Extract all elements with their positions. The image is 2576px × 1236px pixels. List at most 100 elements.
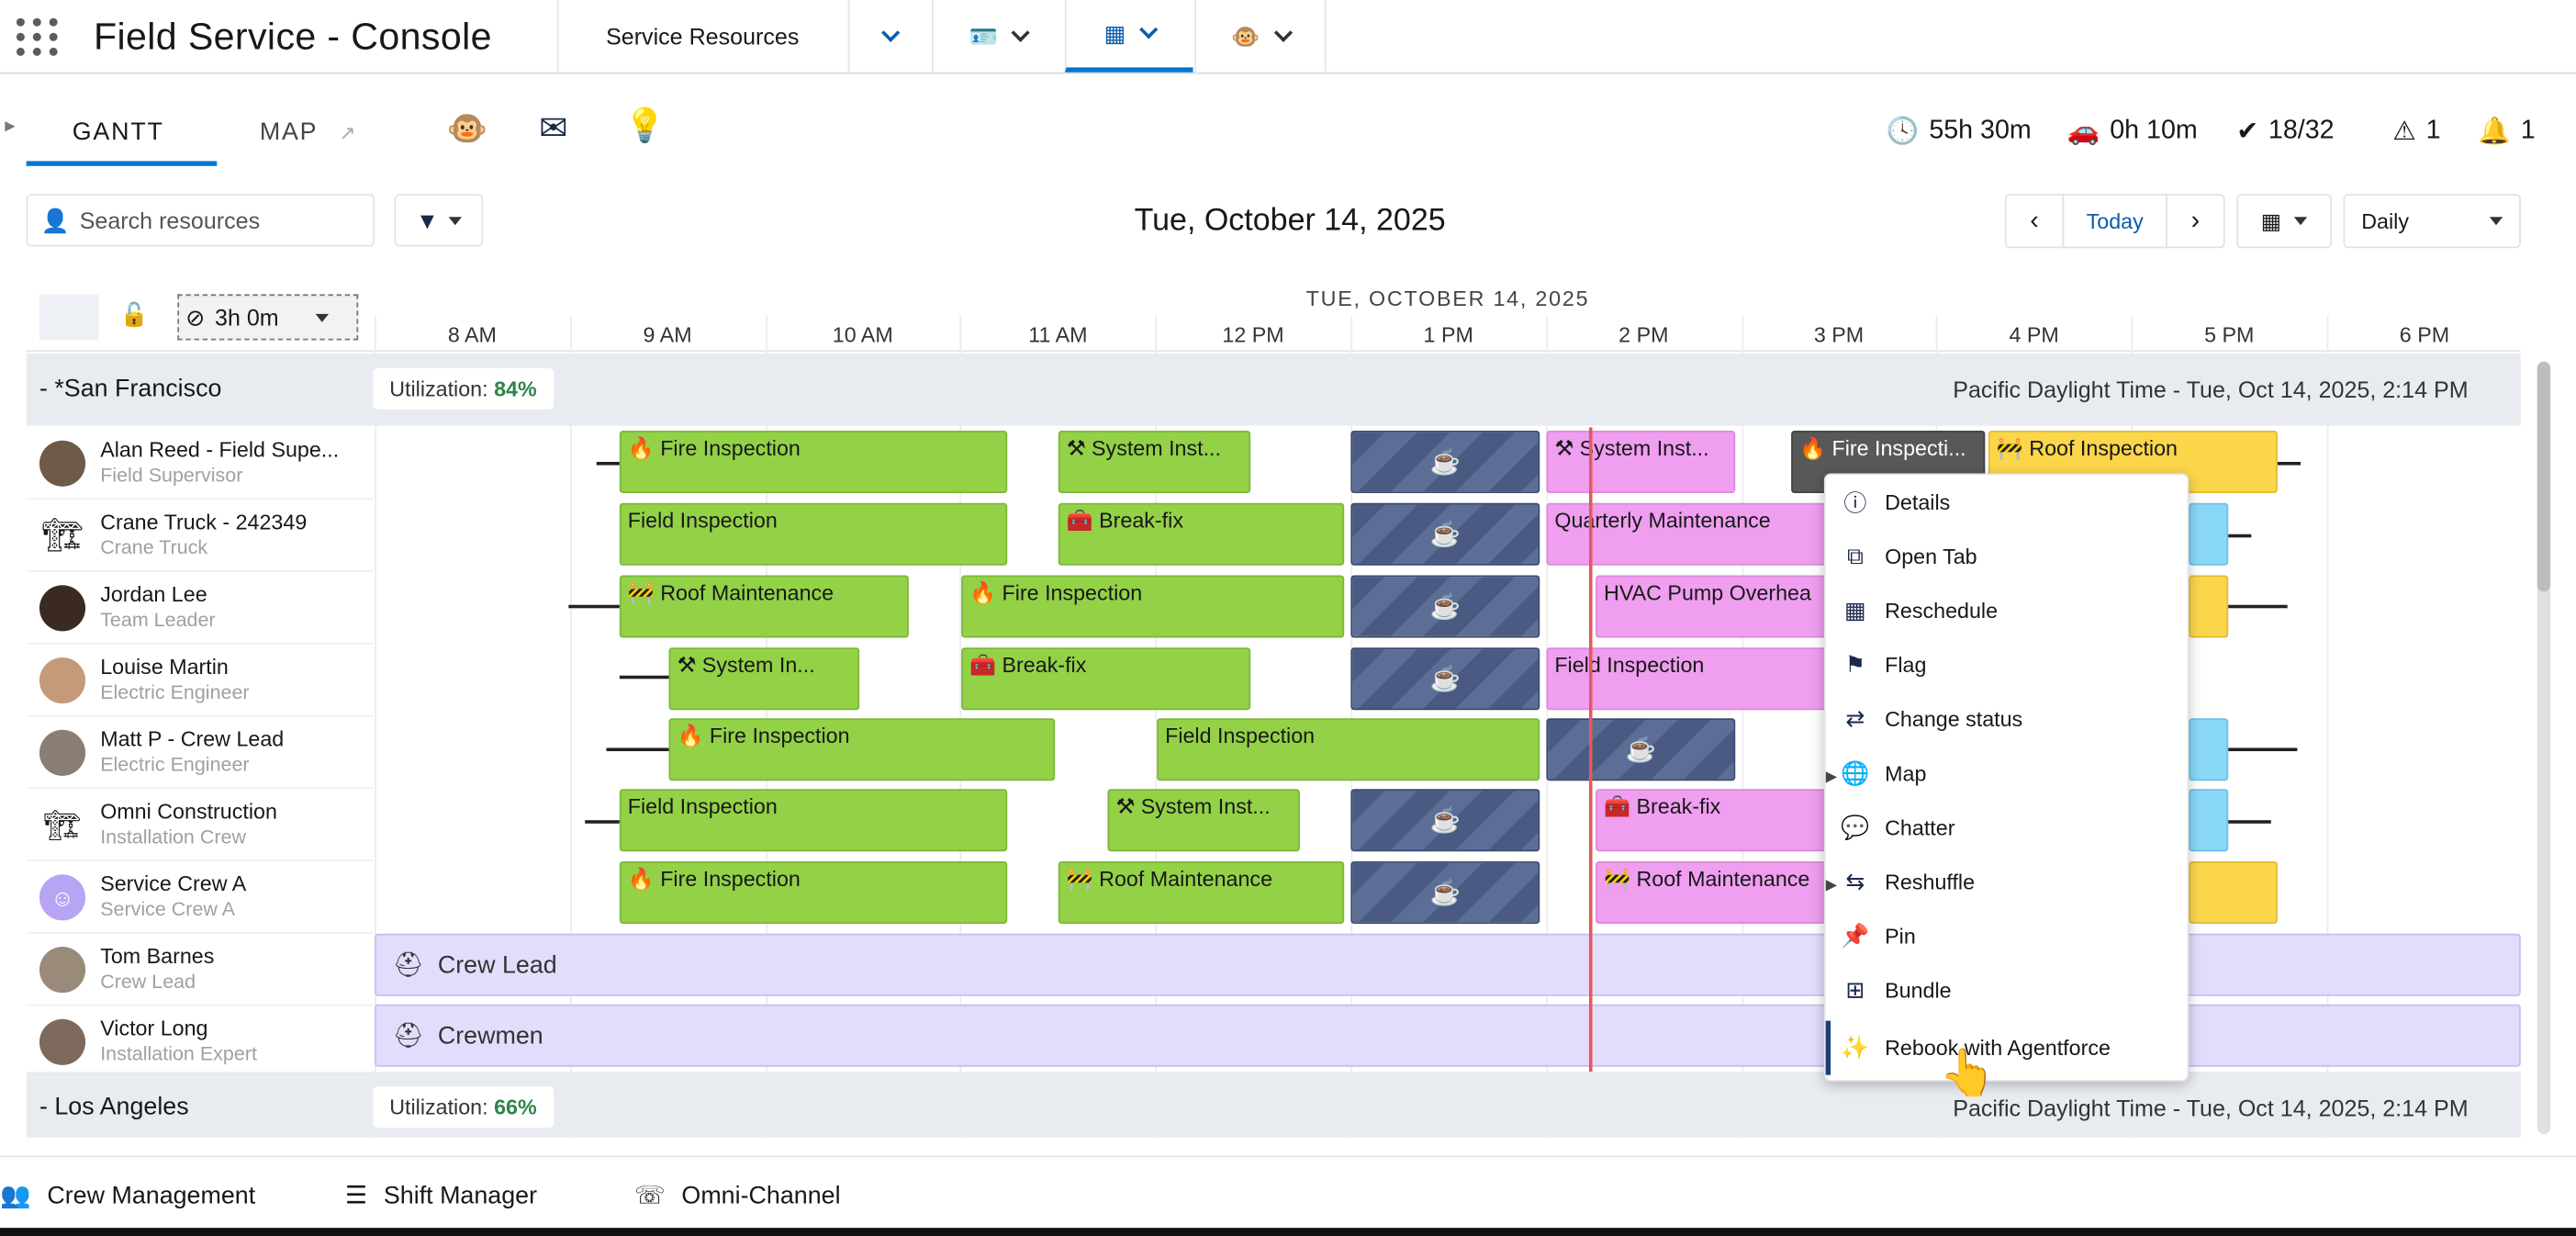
completed-metric: ✔ 18/32	[2236, 115, 2334, 148]
avatar	[39, 585, 86, 632]
tab-service-resources[interactable]: Service Resources	[556, 0, 846, 73]
menu-item-reschedule[interactable]: ▦ Reschedule	[1826, 583, 2190, 637]
menu-item-rebook-with-agentforce[interactable]: ✨ Rebook with Agentforce	[1825, 1020, 2190, 1075]
appointment-system-install[interactable]: ⚒ System Inst...	[1058, 430, 1251, 493]
appointment-field-inspection[interactable]: Field Inspection	[619, 502, 1008, 566]
date-picker-button[interactable]: ▦	[2236, 194, 2333, 249]
lightbulb-icon[interactable]: 💡	[624, 106, 666, 147]
territory-row-san-francisco[interactable]: - *San Francisco Utilization: 84% Pacifi…	[26, 353, 2521, 426]
travel-line	[606, 747, 669, 752]
break-block[interactable]: ☕	[1350, 575, 1540, 638]
hour-label: 8 AM	[447, 321, 497, 347]
warning-metric[interactable]: ⚠ 1	[2392, 115, 2440, 148]
appointment-hvac-pump-overhaul[interactable]: HVAC Pump Overhea	[1596, 575, 1826, 638]
appointment-system-install[interactable]: ⚒ System Inst...	[1546, 430, 1736, 493]
appointment-field-inspection[interactable]: Field Inspection	[619, 789, 1008, 852]
lock-icon[interactable]: 🔓	[120, 301, 149, 329]
appointment-fire-inspection[interactable]: 🔥 Fire Inspection	[668, 718, 1056, 781]
tab-astro[interactable]: 🐵	[1194, 0, 1327, 73]
appointment-fire-inspection[interactable]: 🔥 Fire Inspection	[619, 430, 1008, 493]
resource-row[interactable]: Victor Long Installation Expert	[26, 1006, 374, 1079]
resource-row[interactable]: Matt P - Crew Lead Electric Engineer	[26, 716, 374, 790]
appointment-break-fix[interactable]: 🧰 Break-fix	[1596, 789, 1826, 852]
menu-item-pin[interactable]: 📌 Pin	[1826, 909, 2190, 963]
mail-icon[interactable]: ✉	[539, 108, 568, 150]
appointment-system-install[interactable]: ⚒ System Inst...	[1107, 789, 1300, 852]
crewmen-block[interactable]: ⛑ Crewmen	[375, 1004, 2521, 1067]
magic-wand-icon: ✨	[1841, 1033, 1870, 1061]
filter-button[interactable]: ▼	[394, 194, 484, 247]
nav-menu-button[interactable]	[847, 0, 931, 73]
break-block[interactable]: ☕	[1350, 789, 1540, 852]
alert-metric[interactable]: 🔔 1	[2478, 115, 2535, 148]
appointment-break-fix[interactable]: 🧰 Break-fix	[1058, 502, 1345, 566]
collapse-handle-icon[interactable]: ▶	[5, 118, 15, 133]
user-icon: 👤	[40, 206, 70, 233]
astro-bot-icon[interactable]: 🐵	[447, 108, 488, 150]
crew-label-text: Crew Lead	[437, 951, 557, 980]
previous-day-button[interactable]: ‹	[2004, 194, 2065, 249]
search-resources-input[interactable]: 👤 Search resources	[26, 194, 375, 247]
tab-map[interactable]: MAP ↗	[260, 118, 357, 146]
header-divider	[2131, 315, 2134, 353]
appointment-roof-maintenance[interactable]: 🚧 Roof Maintenance	[619, 575, 909, 638]
coffee-icon: ☕	[1429, 665, 1462, 694]
resource-row[interactable]: 🏗 Crane Truck - 242349 Crane Truck	[26, 500, 374, 572]
utility-crew-management[interactable]: 👥 Crew Management	[0, 1180, 255, 1209]
resource-row[interactable]: Alan Reed - Field Supe... Field Supervis…	[26, 427, 374, 500]
menu-label: Change status	[1885, 706, 2023, 732]
select-all-box[interactable]	[39, 294, 99, 341]
tab-calendar[interactable]: ▦	[1064, 0, 1193, 73]
appointment-roof-maintenance[interactable]: 🚧 Roof Maintenance	[1058, 860, 1345, 924]
appointment-context-menu: ⓘ Details ⧉ Open Tab ▦ Reschedule ⚑ Flag ⇄ Ch…	[1823, 473, 2190, 1082]
resource-row[interactable]: 🏗 Omni Construction Installation Crew	[26, 789, 374, 861]
menu-item-chatter[interactable]: 💬 Chatter ▶	[1826, 801, 2190, 893]
break-block[interactable]: ☕	[1350, 430, 1540, 493]
break-block[interactable]: ☕	[1546, 718, 1736, 781]
resource-row[interactable]: Jordan Lee Team Leader	[26, 572, 374, 645]
menu-label: Details	[1885, 489, 1951, 515]
tab-gantt[interactable]: GANTT	[73, 118, 164, 146]
resource-row[interactable]: ☺ Service Crew A Service Crew A	[26, 861, 374, 934]
car-icon: 🚗	[2066, 118, 2100, 147]
break-block[interactable]: ☕	[1350, 647, 1540, 711]
appointment-system-install[interactable]: ⚒ System In...	[668, 647, 860, 711]
avatar	[39, 947, 86, 994]
appointment-field-inspection[interactable]: Field Inspection	[1157, 718, 1540, 781]
appointment-roof-maintenance[interactable]: 🚧 Roof Maintenance	[1596, 860, 1826, 924]
menu-item-reshuffle[interactable]: ⇆ Reshuffle	[1826, 855, 2190, 909]
appointment-break-fix[interactable]: 🧰 Break-fix	[961, 647, 1251, 711]
crew-label-text: Crewmen	[437, 1022, 543, 1051]
view-select[interactable]: Daily	[2343, 194, 2521, 249]
travel-line	[568, 604, 620, 609]
appointment-block[interactable]	[2189, 575, 2229, 638]
coffee-icon: ☕	[1429, 593, 1462, 622]
resource-row[interactable]: Louise Martin Electric Engineer	[26, 645, 374, 717]
clock-icon: 🕓	[1886, 118, 1920, 147]
header-divider	[960, 315, 962, 353]
utility-omni-channel[interactable]: ☏ Omni-Channel	[634, 1180, 841, 1209]
break-block[interactable]: ☕	[1350, 502, 1540, 566]
avatar	[39, 729, 86, 776]
bell-icon: 🔔	[2478, 118, 2511, 147]
appointment-block[interactable]	[2189, 502, 2229, 566]
today-button[interactable]: Today	[2062, 194, 2168, 249]
appointment-fire-inspection[interactable]: 🔥 Fire Inspection	[961, 575, 1345, 638]
tab-id-card[interactable]: 🪪	[931, 0, 1063, 73]
menu-item-map[interactable]: 🌐 Map	[1826, 747, 2190, 801]
header-divider	[1350, 315, 1353, 353]
scrollbar-thumb[interactable]	[2537, 361, 2551, 592]
menu-item-flag[interactable]: ⚑ Flag	[1826, 638, 2190, 692]
menu-item-details[interactable]: ⓘ Details	[1826, 475, 2190, 529]
app-launcher-icon[interactable]	[16, 17, 60, 58]
resource-row[interactable]: Tom Barnes Crew Lead	[26, 934, 374, 1006]
travel-time-value: 0h 10m	[2110, 117, 2198, 145]
next-day-button[interactable]: ›	[2166, 194, 2225, 249]
menu-item-open-tab[interactable]: ⧉ Open Tab	[1826, 529, 2190, 583]
menu-item-bundle[interactable]: ⊞ Bundle	[1826, 963, 2190, 1017]
utility-shift-manager[interactable]: ☰ Shift Manager	[345, 1180, 537, 1209]
menu-item-change-status[interactable]: ⇄ Change status ▶	[1826, 692, 2190, 784]
appointment-fire-inspection[interactable]: 🔥 Fire Inspection	[619, 860, 1008, 924]
break-block[interactable]: ☕	[1350, 860, 1540, 924]
duration-select[interactable]: ⊘ 3h 0m	[177, 294, 359, 341]
